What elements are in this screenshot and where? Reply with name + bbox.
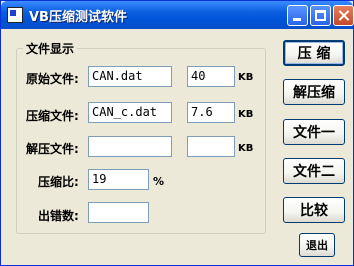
group-legend: 文件显示	[23, 40, 78, 57]
decompressed-file-label: 解压文件:	[26, 142, 79, 156]
original-file-label: 原始文件:	[26, 72, 79, 86]
maximize-button[interactable]	[310, 5, 331, 26]
compression-ratio-field[interactable]: 19	[88, 169, 149, 190]
close-button[interactable]	[333, 5, 354, 26]
decompressed-file-size-field[interactable]	[187, 136, 235, 157]
decompress-button[interactable]: 解压缩	[283, 79, 345, 105]
compressed-file-size-field[interactable]: 7.6	[187, 102, 235, 123]
decompressed-size-unit: KB	[238, 143, 254, 154]
file-one-button[interactable]: 文件一	[283, 119, 345, 145]
compression-ratio-label: 压缩比:	[38, 175, 79, 189]
app-icon	[7, 7, 23, 23]
title-bar[interactable]: VB压缩测试软件	[1, 1, 354, 29]
original-file-name-field[interactable]: CAN.dat	[88, 66, 172, 87]
exit-button[interactable]: 退出	[299, 233, 335, 257]
compress-button[interactable]: 压 缩	[283, 40, 345, 66]
app-window: VB压缩测试软件 文件显示 原始文件: CAN.dat 40 KB 压缩文件: …	[0, 0, 354, 266]
original-size-unit: KB	[238, 72, 254, 83]
compressed-file-label: 压缩文件:	[26, 109, 79, 123]
compressed-file-name-field[interactable]: CAN_c.dat	[88, 102, 172, 123]
window-title: VB压缩测试软件	[29, 10, 127, 25]
minimize-button[interactable]	[287, 5, 308, 26]
decompressed-file-name-field[interactable]	[88, 136, 172, 157]
error-count-label: 出错数:	[38, 209, 79, 223]
ratio-percent-unit: %	[153, 175, 165, 188]
error-count-field[interactable]	[88, 202, 149, 223]
original-file-size-field[interactable]: 40	[187, 66, 235, 87]
compressed-size-unit: KB	[238, 109, 254, 120]
file-two-button[interactable]: 文件二	[283, 158, 345, 184]
compare-button[interactable]: 比较	[283, 197, 345, 223]
